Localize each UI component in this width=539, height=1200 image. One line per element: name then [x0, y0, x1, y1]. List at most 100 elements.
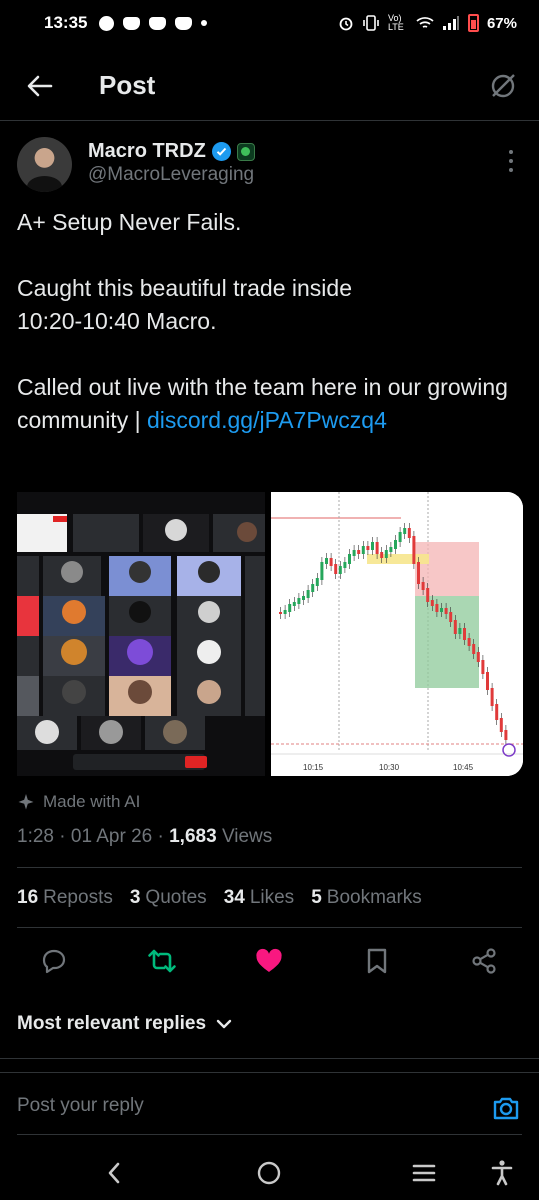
bookmark-button[interactable] [360, 944, 394, 978]
camera-button[interactable] [491, 1093, 521, 1123]
tweet-link[interactable]: discord.gg/jPA7Pwczq4 [147, 407, 387, 433]
nav-recents-button[interactable] [407, 1156, 441, 1190]
quotes-label: Quotes [145, 887, 207, 908]
post-meta: 1:28 · 01 Apr 26 · 1,683 Views [17, 826, 273, 847]
tweet-paragraph: Caught this beautiful trade inside 10:20… [17, 272, 517, 338]
discord-icon [175, 16, 193, 30]
signal-icon [442, 16, 459, 30]
share-icon [472, 948, 496, 974]
author-avatar[interactable] [17, 137, 72, 192]
views-count: 1,683 [169, 826, 217, 847]
views-label: Views [221, 826, 273, 847]
messenger-icon [99, 15, 115, 31]
arrow-left-icon [27, 75, 53, 97]
replies-sort-dropdown[interactable]: Most relevant replies [17, 1013, 232, 1035]
battery-icon [467, 14, 479, 32]
menu-lines-icon [412, 1164, 436, 1182]
nav-home-button[interactable] [252, 1156, 286, 1190]
divider [0, 1058, 539, 1059]
bookmarks-count: 5 [311, 887, 322, 908]
reposts-label: Reposts [43, 887, 113, 908]
video-call-grid [17, 492, 265, 776]
like-button[interactable] [252, 944, 286, 978]
quotes-count: 3 [129, 887, 141, 908]
battery-level: 67% [486, 14, 517, 32]
system-navigation-bar [0, 1146, 539, 1200]
vibrate-icon [363, 15, 379, 31]
divider [17, 867, 522, 868]
network-label: Vo) LTE [387, 13, 404, 32]
discord-icon [123, 16, 141, 30]
chevron-left-icon [108, 1162, 120, 1184]
media-image-call-screenshot[interactable] [17, 492, 265, 776]
tweet-line: Caught this beautiful trade inside [17, 275, 352, 301]
alarm-icon [339, 17, 353, 31]
reply-button[interactable] [37, 944, 71, 978]
notification-icons [99, 15, 208, 31]
discord-icon [149, 16, 167, 30]
bookmark-icon [367, 948, 387, 974]
status-time: 13:35 [44, 13, 88, 32]
camera-icon [493, 1097, 519, 1120]
bookmarks-stat[interactable]: 5 Bookmarks [311, 887, 422, 909]
divider [17, 1134, 522, 1135]
chevron-down-icon [216, 1019, 232, 1029]
header-divider [0, 120, 539, 121]
made-with-ai-text: Made with AI [43, 792, 141, 811]
chart-time-label: 10:15 [303, 763, 324, 772]
tweet-line: A+ Setup Never Fails. [17, 209, 242, 235]
heart-icon [256, 948, 282, 972]
repost-icon [148, 949, 176, 973]
bookmarks-label: Bookmarks [326, 887, 422, 908]
repost-button[interactable] [145, 944, 179, 978]
page-title: Post [99, 70, 156, 100]
status-bar: 13:35 Vo) LTE 67% [0, 0, 539, 46]
divider [0, 1072, 539, 1073]
likes-count: 34 [223, 887, 245, 908]
more-dot [509, 150, 513, 154]
author-name: Macro TRDZ [88, 140, 206, 162]
tweet-paragraph: Called out live with the team here in ou… [17, 371, 517, 437]
wifi-icon [416, 17, 434, 28]
reply-input[interactable] [17, 1095, 457, 1117]
likes-stat[interactable]: 34 Likes [224, 887, 295, 909]
notification-dot [201, 20, 208, 26]
chart-time-label: 10:45 [453, 763, 474, 772]
tweet-text: A+ Setup Never Fails. Caught this beauti… [17, 206, 517, 437]
more-options-button[interactable] [505, 150, 517, 172]
post-date: 01 Apr 26 [70, 826, 153, 847]
quotes-stat[interactable]: 3 Quotes [130, 887, 207, 909]
more-dot [509, 168, 513, 172]
grok-button[interactable] [485, 68, 521, 104]
verified-badge-icon [211, 142, 231, 161]
accessibility-button[interactable] [485, 1156, 519, 1190]
sparkle-icon [18, 794, 34, 810]
back-button[interactable] [22, 68, 58, 104]
more-dot [509, 159, 513, 163]
home-circle-icon [257, 1161, 281, 1185]
tweet-media: 10:15 10:30 10:45 [17, 492, 523, 776]
engagement-stats: 16 Reposts 3 Quotes 34 Likes 5 Bookmarks [17, 887, 422, 909]
reply-icon [42, 949, 66, 974]
reposts-count: 16 [17, 887, 39, 908]
reposts-stat[interactable]: 16 Reposts [17, 887, 113, 909]
share-button[interactable] [467, 944, 501, 978]
media-image-price-chart[interactable]: 10:15 10:30 10:45 [271, 492, 523, 776]
author-handle[interactable]: @MacroLeveraging [88, 164, 254, 186]
nav-back-button[interactable] [97, 1156, 131, 1190]
author-name-row[interactable]: Macro TRDZ [88, 140, 255, 163]
made-with-ai-label[interactable]: Made with AI [17, 792, 140, 812]
chart-time-label: 10:30 [379, 763, 400, 772]
likes-label: Likes [249, 887, 295, 908]
post-time: 1:28 [17, 826, 54, 847]
action-bar [0, 940, 539, 982]
divider [17, 927, 522, 928]
tweet-line: 10:20-10:40 Macro. [17, 308, 217, 334]
accessibility-icon [491, 1160, 513, 1186]
affiliate-badge-icon [236, 142, 255, 161]
grok-icon [491, 74, 515, 98]
top-app-bar: Post [0, 56, 539, 114]
system-icons: Vo) LTE 67% [338, 14, 517, 32]
replies-sort-label: Most relevant replies [17, 1013, 207, 1034]
candlestick-chart: 10:15 10:30 10:45 [271, 492, 523, 776]
